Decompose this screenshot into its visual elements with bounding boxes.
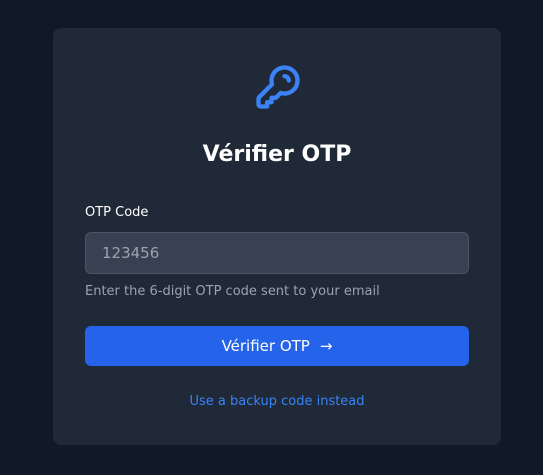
otp-card: Vérifier OTP OTP Code Enter the 6-digit … [53, 28, 501, 445]
otp-code-input[interactable] [85, 232, 469, 274]
verify-otp-button-label: Vérifier OTP [221, 337, 310, 355]
verify-otp-button[interactable]: Vérifier OTP → [85, 326, 469, 366]
arrow-right-icon: → [319, 336, 333, 355]
key-icon [256, 65, 300, 109]
otp-help-text: Enter the 6-digit OTP code sent to your … [85, 284, 380, 299]
backup-code-link[interactable]: Use a backup code instead [53, 394, 501, 409]
page-title: Vérifier OTP [202, 142, 352, 167]
otp-code-label: OTP Code [85, 205, 149, 220]
